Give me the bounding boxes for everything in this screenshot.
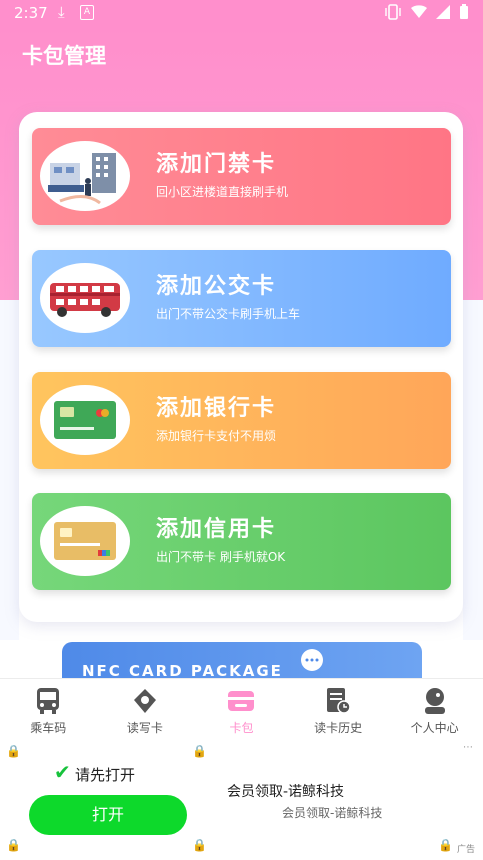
page-title: 卡包管理 [22,44,106,68]
nav-item-read-history[interactable]: 读卡历史 [290,679,387,741]
tile-subtitle: 出门不带卡 刷手机就OK [156,550,286,564]
vibrate-icon [385,4,401,20]
check-icon: ✔ [54,760,71,784]
lock-icon: 🔒 [6,838,21,852]
wallet-icon [228,691,255,711]
lock-icon: 🔒 [192,744,207,758]
status-time: 2:37 [14,4,48,22]
building-illustration-icon [40,141,130,211]
tile-subtitle: 添加银行卡支付不用烦 [156,429,277,443]
wifi-icon [411,5,427,18]
download-icon: ⤓ [58,3,65,21]
history-icon [327,688,351,714]
nav-item-ride-code[interactable]: 乘车码 [0,679,97,741]
nav-item-read-write[interactable]: 读写卡 [97,679,194,741]
a-badge-icon: A [80,5,94,20]
background-strip-right [463,300,483,640]
ad-prompt: 请先打开 [75,766,136,784]
ad-more-icon[interactable]: ⋯ [463,742,473,753]
lock-icon: 🔒 [6,744,21,758]
nav-label: 读卡历史 [314,721,363,735]
background-strip-left [0,300,19,640]
nfc-chat-icon [301,649,323,671]
tile-title: 添加公交卡 [156,274,277,299]
signal-icon [436,5,450,19]
add-credit-card-tile[interactable]: 添加信用卡 出门不带卡 刷手机就OK [32,493,451,590]
ad-open-button[interactable]: 打开 [29,795,187,835]
tile-subtitle: 出门不带公交卡刷手机上车 [156,307,301,321]
lock-icon: 🔒 [438,838,453,852]
status-bar: 2:37 ⤓ A [0,0,483,26]
ad-subtitle: 会员领取-诺鲸科技 [282,806,383,820]
nav-label: 读写卡 [126,721,163,735]
tile-title: 添加门禁卡 [156,152,277,177]
nav-item-card-wallet[interactable]: 卡包 [193,679,290,741]
bus-icon [37,688,60,714]
add-bank-card-tile[interactable]: 添加银行卡 添加银行卡支付不用烦 [32,372,451,469]
bank-card-illustration-icon [40,385,130,455]
nfc-tag-icon [133,689,156,713]
nav-item-profile[interactable]: 个人中心 [386,679,483,741]
nav-label: 卡包 [229,721,254,735]
bottom-nav: 乘车码 读写卡 卡包 读卡历史 个人中心 [0,678,483,741]
tile-title: 添加信用卡 [156,517,277,542]
status-icons [384,4,469,20]
credit-card-illustration-icon [40,506,130,576]
nav-label: 乘车码 [30,721,67,735]
user-icon [424,688,445,714]
battery-icon [460,4,468,19]
tile-subtitle: 回小区进楼道直接刷手机 [156,185,289,199]
ad-title[interactable]: 会员领取-诺鲸科技 [227,781,344,801]
bus-illustration-icon [40,263,130,333]
add-access-card-tile[interactable]: 添加门禁卡 回小区进楼道直接刷手机 [32,128,451,225]
nfc-banner[interactable]: NFC CARD PACKAGE [62,642,422,680]
lock-icon: 🔒 [192,838,207,852]
tile-title: 添加银行卡 [156,396,277,421]
add-bus-card-tile[interactable]: 添加公交卡 出门不带公交卡刷手机上车 [32,250,451,347]
ad-tag: 广告 [456,845,475,855]
nav-label: 个人中心 [410,721,459,735]
